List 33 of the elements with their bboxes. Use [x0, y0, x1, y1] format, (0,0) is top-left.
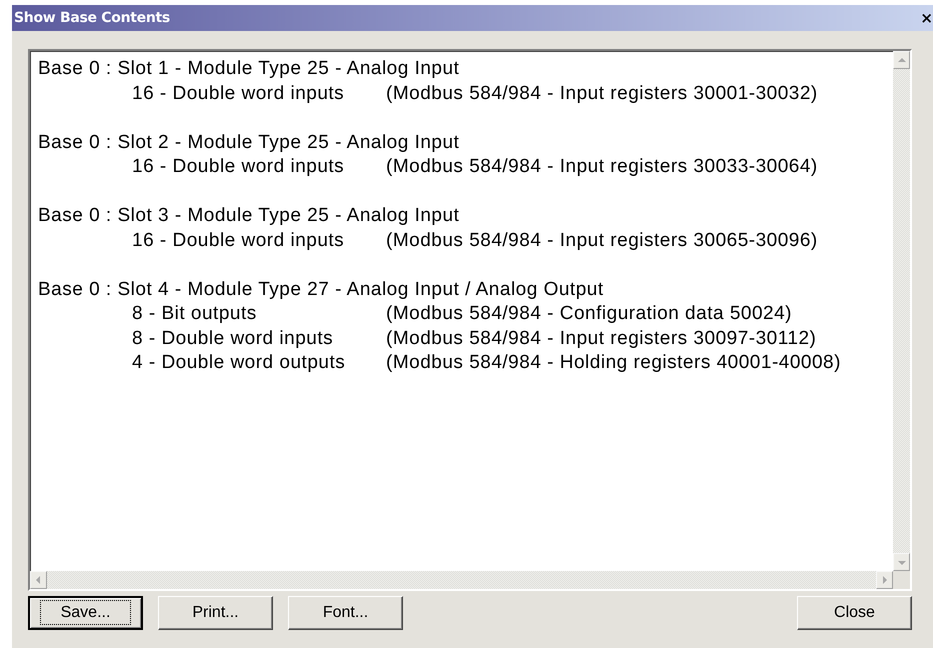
- module-heading: Base 0 : Slot 2 - Module Type 25 - Analog Input: [38, 130, 460, 154]
- register-range: (Modbus 584/984 - Input registers 30001-30032): [386, 82, 819, 106]
- horizontal-scrollbar[interactable]: [30, 571, 893, 589]
- register-range: (Modbus 584/984 - Configuration data 50024): [386, 302, 793, 326]
- io-count: 8 - Double word inputs: [132, 326, 334, 350]
- register-range: (Modbus 584/984 - Input registers 30065-30096): [386, 228, 819, 252]
- scroll-right-button[interactable]: [876, 571, 893, 589]
- save-button[interactable]: Save...: [28, 596, 143, 630]
- right-arrow-icon: [882, 576, 887, 584]
- window-title: Show Base Contents: [14, 10, 170, 26]
- module-heading: Base 0 : Slot 3 - Module Type 25 - Analog Input: [38, 204, 460, 228]
- font-button[interactable]: Font...: [288, 596, 403, 630]
- scroll-down-button[interactable]: [893, 553, 910, 571]
- scroll-up-button[interactable]: [893, 51, 910, 69]
- register-range: (Modbus 584/984 - Holding registers 40001-40008): [386, 351, 842, 375]
- vertical-scrollbar[interactable]: [893, 51, 910, 571]
- left-arrow-icon: [36, 576, 41, 584]
- module-heading: Base 0 : Slot 1 - Module Type 25 - Analog Input: [38, 57, 460, 81]
- io-count: 4 - Double word outputs: [132, 351, 346, 375]
- scrollbar-corner: [893, 571, 910, 589]
- module-heading: Base 0 : Slot 4 - Module Type 27 - Analog Input / Analog Output: [38, 278, 605, 302]
- register-range: (Modbus 584/984 - Input registers 30097-30112): [386, 326, 818, 350]
- up-arrow-icon: [898, 58, 906, 62]
- io-count: 16 - Double word inputs: [132, 228, 344, 252]
- close-button[interactable]: Close: [797, 596, 912, 630]
- print-button[interactable]: Print...: [158, 596, 273, 630]
- register-range: (Modbus 584/984 - Input registers 30033-30064): [386, 155, 819, 179]
- io-count: 8 - Bit outputs: [132, 302, 257, 326]
- io-count: 16 - Double word inputs: [132, 155, 344, 179]
- io-count: 16 - Double word inputs: [132, 82, 344, 106]
- down-arrow-icon: [898, 560, 906, 564]
- close-button[interactable]: ×: [920, 8, 933, 28]
- scroll-left-button[interactable]: [30, 571, 47, 589]
